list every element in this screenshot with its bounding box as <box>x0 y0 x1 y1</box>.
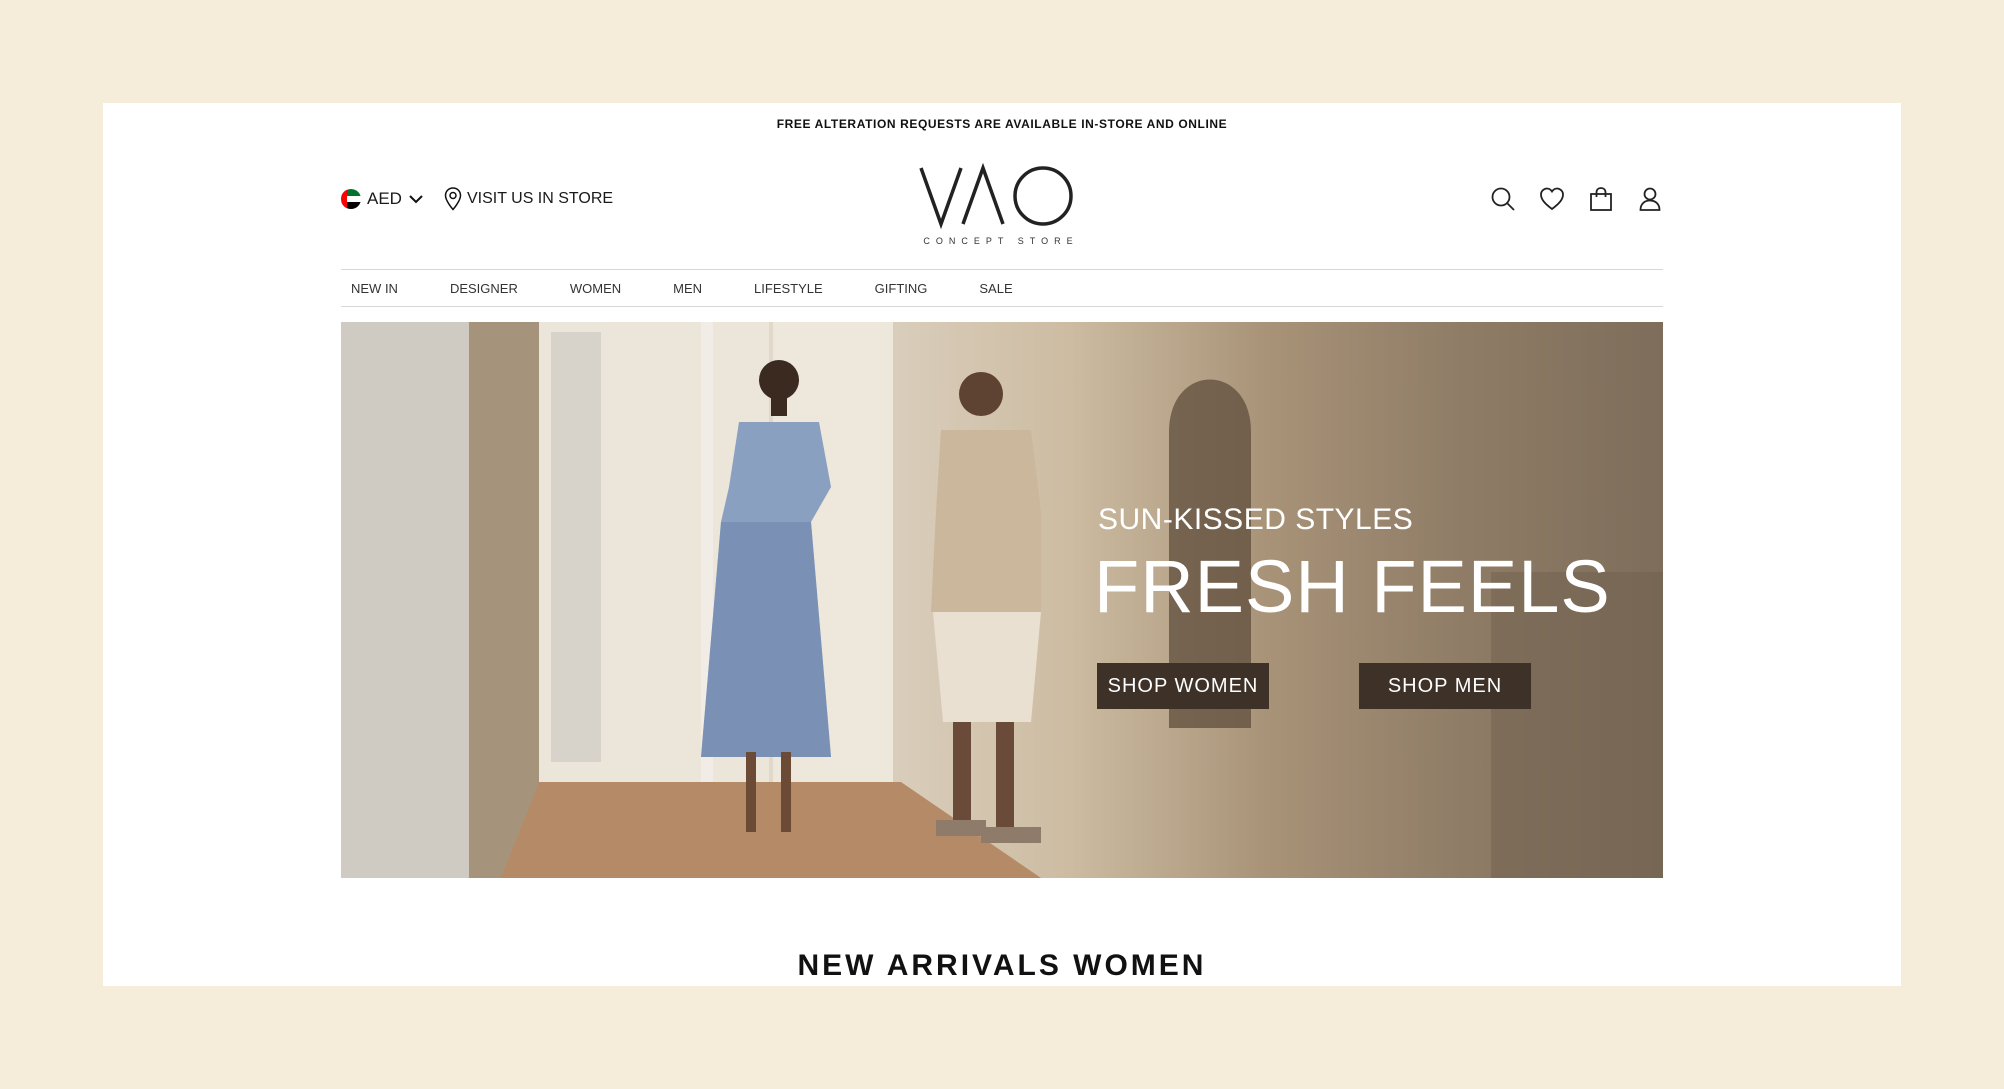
hero-banner[interactable]: SUN-KISSED STYLES FRESH FEELS SHOP WOMEN… <box>341 322 1663 878</box>
nav-item-designer[interactable]: DESIGNER <box>450 281 518 296</box>
header-left: AED VISIT US IN STORE <box>341 187 613 211</box>
uae-flag-icon <box>341 189 361 209</box>
browser-page: FREE ALTERATION REQUESTS ARE AVAILABLE I… <box>103 103 1901 986</box>
chevron-down-icon <box>409 195 423 204</box>
logo-mark <box>919 162 1073 230</box>
announcement-bar: FREE ALTERATION REQUESTS ARE AVAILABLE I… <box>776 117 1228 131</box>
logo-subtitle: CONCEPT STORE <box>923 236 1079 246</box>
shop-women-button[interactable]: SHOP WOMEN <box>1097 663 1269 709</box>
user-icon[interactable] <box>1636 185 1664 213</box>
hero-title: FRESH FEELS <box>1094 545 1611 628</box>
heart-icon[interactable] <box>1538 185 1566 213</box>
main-nav: NEW IN DESIGNER WOMEN MEN LIFESTYLE GIFT… <box>341 269 1663 307</box>
site-logo[interactable]: CONCEPT STORE <box>911 158 1091 250</box>
nav-item-gifting[interactable]: GIFTING <box>875 281 928 296</box>
nav-item-new-in[interactable]: NEW IN <box>351 281 398 296</box>
header-icons <box>1489 185 1664 213</box>
shop-men-button[interactable]: SHOP MEN <box>1359 663 1531 709</box>
location-pin-icon <box>444 187 462 211</box>
currency-label: AED <box>367 189 402 208</box>
currency-selector[interactable]: AED <box>341 189 424 209</box>
visit-store-link[interactable]: VISIT US IN STORE <box>444 187 613 211</box>
nav-item-lifestyle[interactable]: LIFESTYLE <box>754 281 823 296</box>
nav-item-sale[interactable]: SALE <box>979 281 1012 296</box>
nav-item-men[interactable]: MEN <box>673 281 702 296</box>
nav-item-women[interactable]: WOMEN <box>570 281 621 296</box>
hero-subtitle: SUN-KISSED STYLES <box>1098 503 1414 536</box>
section-title: NEW ARRIVALS WOMEN <box>797 949 1207 982</box>
search-icon[interactable] <box>1489 185 1517 213</box>
visit-store-label: VISIT US IN STORE <box>466 190 614 207</box>
bag-icon[interactable] <box>1587 185 1615 213</box>
